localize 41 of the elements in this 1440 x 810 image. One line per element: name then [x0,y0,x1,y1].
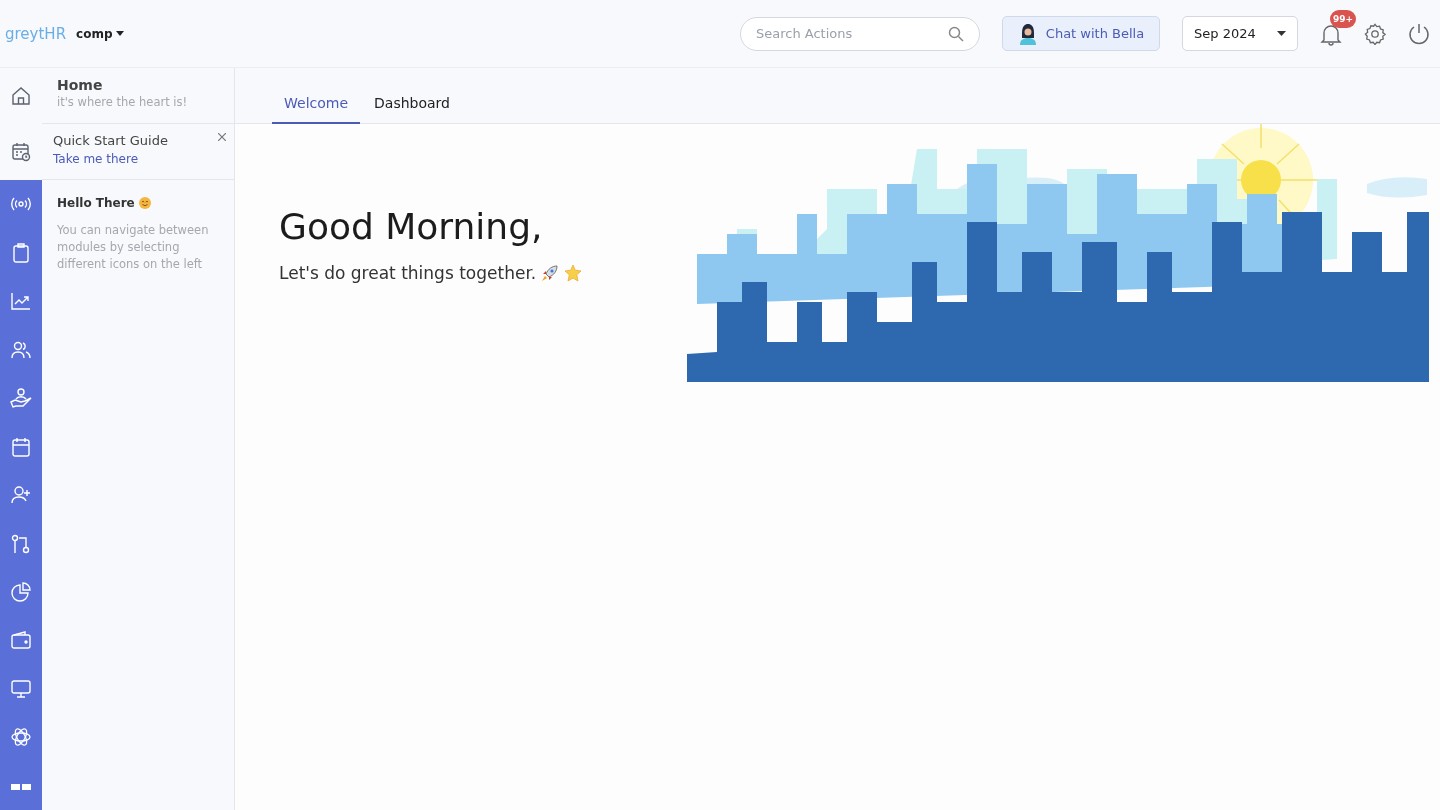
pie-chart-icon[interactable] [11,582,31,602]
clipboard-icon[interactable] [13,242,29,263]
guide-title: Quick Start Guide [53,133,169,148]
hand-person-icon[interactable] [10,388,32,409]
greeting: Good Morning, [279,206,544,247]
people-icon[interactable] [11,340,31,359]
home-title: Home [57,77,104,93]
search-field[interactable]: Search Actions [740,16,980,51]
close-icon[interactable] [218,133,226,141]
settings-icon[interactable] [1364,22,1386,45]
caret-icon [115,31,124,36]
line-chart-icon[interactable] [11,292,31,311]
home-card[interactable]: Home it's where the heart is! [42,68,234,124]
home-icon[interactable] [11,86,31,106]
guide-link[interactable]: Take me there [53,152,139,166]
avatar-icon [1017,22,1038,45]
chat-button[interactable]: Chat with Bella [1002,16,1160,51]
smile-icon [138,197,151,209]
caret-icon [1277,31,1286,36]
hint-title: Hello There [57,196,135,210]
power-icon[interactable] [1408,22,1430,45]
tagline: Let's do great things together. [279,263,537,283]
star-icon [564,264,583,282]
wallet-icon[interactable] [11,631,31,650]
calendar-clock-icon[interactable] [11,142,31,162]
period-dropdown[interactable]: Sep 2024 [1182,16,1298,51]
monitor-icon[interactable] [11,679,31,698]
tab[interactable]: Welcome [272,95,361,124]
rocket-icon [541,264,560,282]
calendar-icon[interactable] [12,436,30,457]
person-add-icon[interactable] [11,486,31,505]
home-subtitle: it's where the heart is! [57,95,189,109]
atom-icon[interactable] [11,727,31,748]
grid-icon[interactable] [11,781,31,790]
search-icon [948,25,964,42]
broadcast-icon[interactable] [11,196,31,213]
notification-badge: 99+ [1330,9,1357,28]
company-dropdown[interactable]: comp [76,26,124,41]
hint-text: You can navigate between modules by selecting different icons on the left [57,222,210,273]
tab[interactable]: Dashboard [362,95,462,124]
flow-icon[interactable] [11,533,31,554]
